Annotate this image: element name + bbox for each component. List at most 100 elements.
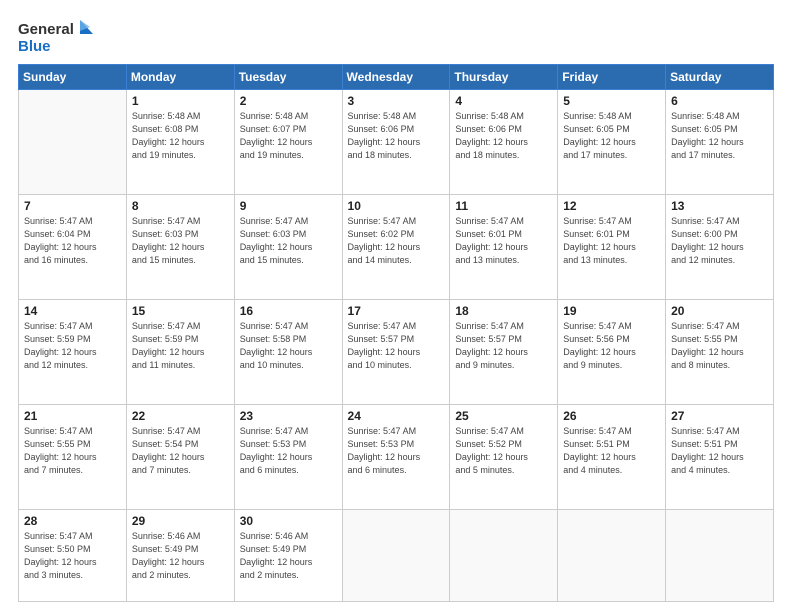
day-number: 27 bbox=[671, 409, 768, 423]
day-info: Sunrise: 5:46 AMSunset: 5:49 PMDaylight:… bbox=[132, 530, 229, 582]
calendar-cell: 27 Sunrise: 5:47 AMSunset: 5:51 PMDayligh… bbox=[666, 404, 774, 509]
day-info: Sunrise: 5:47 AMSunset: 6:01 PMDaylight:… bbox=[455, 215, 552, 267]
day-number: 23 bbox=[240, 409, 337, 423]
calendar-cell: 8 Sunrise: 5:47 AMSunset: 6:03 PMDaylight… bbox=[126, 194, 234, 299]
day-number: 19 bbox=[563, 304, 660, 318]
calendar-cell: 19 Sunrise: 5:47 AMSunset: 5:56 PMDayligh… bbox=[558, 299, 666, 404]
week-row-5: 28Sunrise: 5:47 AMSunset: 5:50 PMDayligh… bbox=[19, 509, 774, 601]
day-number: 13 bbox=[671, 199, 768, 213]
day-info: Sunrise: 5:48 AMSunset: 6:08 PMDaylight:… bbox=[132, 110, 229, 162]
day-number: 16 bbox=[240, 304, 337, 318]
day-info: Sunrise: 5:46 AMSunset: 5:49 PMDaylight:… bbox=[240, 530, 337, 582]
calendar-cell: 16Sunrise: 5:47 AMSunset: 5:58 PMDayligh… bbox=[234, 299, 342, 404]
calendar-cell: 20Sunrise: 5:47 AMSunset: 5:55 PMDayligh… bbox=[666, 299, 774, 404]
calendar-cell bbox=[666, 509, 774, 601]
calendar-cell: 29Sunrise: 5:46 AMSunset: 5:49 PMDayligh… bbox=[126, 509, 234, 601]
day-number: 30 bbox=[240, 514, 337, 528]
logo-svg: GeneralBlue bbox=[18, 18, 93, 56]
day-info: Sunrise: 5:47 AMSunset: 5:53 PMDaylight:… bbox=[240, 425, 337, 477]
calendar-cell: 21 Sunrise: 5:47 AMSunset: 5:55 PMDayligh… bbox=[19, 404, 127, 509]
day-info: Sunrise: 5:47 AMSunset: 5:51 PMDaylight:… bbox=[671, 425, 768, 477]
day-info: Sunrise: 5:47 AMSunset: 6:03 PMDaylight:… bbox=[240, 215, 337, 267]
day-number: 11 bbox=[455, 199, 552, 213]
day-number: 17 bbox=[348, 304, 445, 318]
day-number: 8 bbox=[132, 199, 229, 213]
week-row-4: 21 Sunrise: 5:47 AMSunset: 5:55 PMDayligh… bbox=[19, 404, 774, 509]
weekday-header-saturday: Saturday bbox=[666, 65, 774, 90]
day-info: Sunrise: 5:48 AMSunset: 6:05 PMDaylight:… bbox=[671, 110, 768, 162]
day-info: Sunrise: 5:47 AMSunset: 6:01 PMDaylight:… bbox=[563, 215, 660, 267]
calendar-cell: 3 Sunrise: 5:48 AMSunset: 6:06 PMDaylight… bbox=[342, 90, 450, 195]
day-number: 12 bbox=[563, 199, 660, 213]
weekday-header-row: SundayMondayTuesdayWednesdayThursdayFrid… bbox=[19, 65, 774, 90]
calendar-cell: 22Sunrise: 5:47 AMSunset: 5:54 PMDayligh… bbox=[126, 404, 234, 509]
calendar-cell: 28Sunrise: 5:47 AMSunset: 5:50 PMDayligh… bbox=[19, 509, 127, 601]
day-info: Sunrise: 5:47 AMSunset: 5:59 PMDaylight:… bbox=[132, 320, 229, 372]
calendar-cell bbox=[450, 509, 558, 601]
calendar-cell: 14 Sunrise: 5:47 AMSunset: 5:59 PMDayligh… bbox=[19, 299, 127, 404]
day-info: Sunrise: 5:47 AMSunset: 5:59 PMDaylight:… bbox=[24, 320, 121, 372]
calendar-cell: 24Sunrise: 5:47 AMSunset: 5:53 PMDayligh… bbox=[342, 404, 450, 509]
day-number: 10 bbox=[348, 199, 445, 213]
day-info: Sunrise: 5:47 AMSunset: 6:03 PMDaylight:… bbox=[132, 215, 229, 267]
day-number: 14 bbox=[24, 304, 121, 318]
calendar-cell bbox=[558, 509, 666, 601]
weekday-header-friday: Friday bbox=[558, 65, 666, 90]
calendar-cell: 18 Sunrise: 5:47 AMSunset: 5:57 PMDayligh… bbox=[450, 299, 558, 404]
calendar-cell: 4 Sunrise: 5:48 AMSunset: 6:06 PMDaylight… bbox=[450, 90, 558, 195]
day-number: 21 bbox=[24, 409, 121, 423]
calendar-cell: 1 Sunrise: 5:48 AMSunset: 6:08 PMDaylight… bbox=[126, 90, 234, 195]
day-info: Sunrise: 5:47 AMSunset: 6:04 PMDaylight:… bbox=[24, 215, 121, 267]
day-info: Sunrise: 5:47 AMSunset: 5:57 PMDaylight:… bbox=[455, 320, 552, 372]
calendar-cell bbox=[19, 90, 127, 195]
calendar-cell: 6 Sunrise: 5:48 AMSunset: 6:05 PMDaylight… bbox=[666, 90, 774, 195]
day-number: 9 bbox=[240, 199, 337, 213]
weekday-header-monday: Monday bbox=[126, 65, 234, 90]
day-info: Sunrise: 5:48 AMSunset: 6:06 PMDaylight:… bbox=[348, 110, 445, 162]
calendar-cell: 5 Sunrise: 5:48 AMSunset: 6:05 PMDaylight… bbox=[558, 90, 666, 195]
calendar-cell: 26Sunrise: 5:47 AMSunset: 5:51 PMDayligh… bbox=[558, 404, 666, 509]
calendar-cell: 7 Sunrise: 5:47 AMSunset: 6:04 PMDaylight… bbox=[19, 194, 127, 299]
calendar-table: SundayMondayTuesdayWednesdayThursdayFrid… bbox=[18, 64, 774, 602]
calendar-cell: 13 Sunrise: 5:47 AMSunset: 6:00 PMDayligh… bbox=[666, 194, 774, 299]
calendar-cell: 12 Sunrise: 5:47 AMSunset: 6:01 PMDayligh… bbox=[558, 194, 666, 299]
calendar-cell: 23 Sunrise: 5:47 AMSunset: 5:53 PMDayligh… bbox=[234, 404, 342, 509]
day-number: 1 bbox=[132, 94, 229, 108]
calendar-cell bbox=[342, 509, 450, 601]
weekday-header-wednesday: Wednesday bbox=[342, 65, 450, 90]
calendar-cell: 2Sunrise: 5:48 AMSunset: 6:07 PMDaylight… bbox=[234, 90, 342, 195]
calendar-cell: 17Sunrise: 5:47 AMSunset: 5:57 PMDayligh… bbox=[342, 299, 450, 404]
day-info: Sunrise: 5:48 AMSunset: 6:06 PMDaylight:… bbox=[455, 110, 552, 162]
calendar-cell: 25Sunrise: 5:47 AMSunset: 5:52 PMDayligh… bbox=[450, 404, 558, 509]
day-number: 6 bbox=[671, 94, 768, 108]
day-number: 24 bbox=[348, 409, 445, 423]
day-number: 20 bbox=[671, 304, 768, 318]
day-info: Sunrise: 5:47 AMSunset: 5:55 PMDaylight:… bbox=[24, 425, 121, 477]
day-number: 3 bbox=[348, 94, 445, 108]
calendar-cell: 30 Sunrise: 5:46 AMSunset: 5:49 PMDayligh… bbox=[234, 509, 342, 601]
svg-text:General: General bbox=[18, 21, 74, 38]
calendar-cell: 15Sunrise: 5:47 AMSunset: 5:59 PMDayligh… bbox=[126, 299, 234, 404]
day-number: 5 bbox=[563, 94, 660, 108]
svg-text:Blue: Blue bbox=[18, 38, 51, 55]
day-info: Sunrise: 5:48 AMSunset: 6:05 PMDaylight:… bbox=[563, 110, 660, 162]
header: GeneralBlue bbox=[18, 18, 774, 56]
day-number: 4 bbox=[455, 94, 552, 108]
day-info: Sunrise: 5:47 AMSunset: 5:56 PMDaylight:… bbox=[563, 320, 660, 372]
week-row-3: 14 Sunrise: 5:47 AMSunset: 5:59 PMDayligh… bbox=[19, 299, 774, 404]
calendar-cell: 11 Sunrise: 5:47 AMSunset: 6:01 PMDayligh… bbox=[450, 194, 558, 299]
day-number: 7 bbox=[24, 199, 121, 213]
weekday-header-sunday: Sunday bbox=[19, 65, 127, 90]
weekday-header-thursday: Thursday bbox=[450, 65, 558, 90]
week-row-2: 7 Sunrise: 5:47 AMSunset: 6:04 PMDaylight… bbox=[19, 194, 774, 299]
page: GeneralBlue SundayMondayTuesdayWednesday… bbox=[0, 0, 792, 612]
day-info: Sunrise: 5:47 AMSunset: 6:02 PMDaylight:… bbox=[348, 215, 445, 267]
calendar-cell: 9 Sunrise: 5:47 AMSunset: 6:03 PMDaylight… bbox=[234, 194, 342, 299]
logo: GeneralBlue bbox=[18, 18, 93, 56]
day-number: 25 bbox=[455, 409, 552, 423]
day-info: Sunrise: 5:47 AMSunset: 6:00 PMDaylight:… bbox=[671, 215, 768, 267]
day-info: Sunrise: 5:47 AMSunset: 5:51 PMDaylight:… bbox=[563, 425, 660, 477]
calendar-cell: 10 Sunrise: 5:47 AMSunset: 6:02 PMDayligh… bbox=[342, 194, 450, 299]
day-info: Sunrise: 5:47 AMSunset: 5:54 PMDaylight:… bbox=[132, 425, 229, 477]
day-number: 18 bbox=[455, 304, 552, 318]
